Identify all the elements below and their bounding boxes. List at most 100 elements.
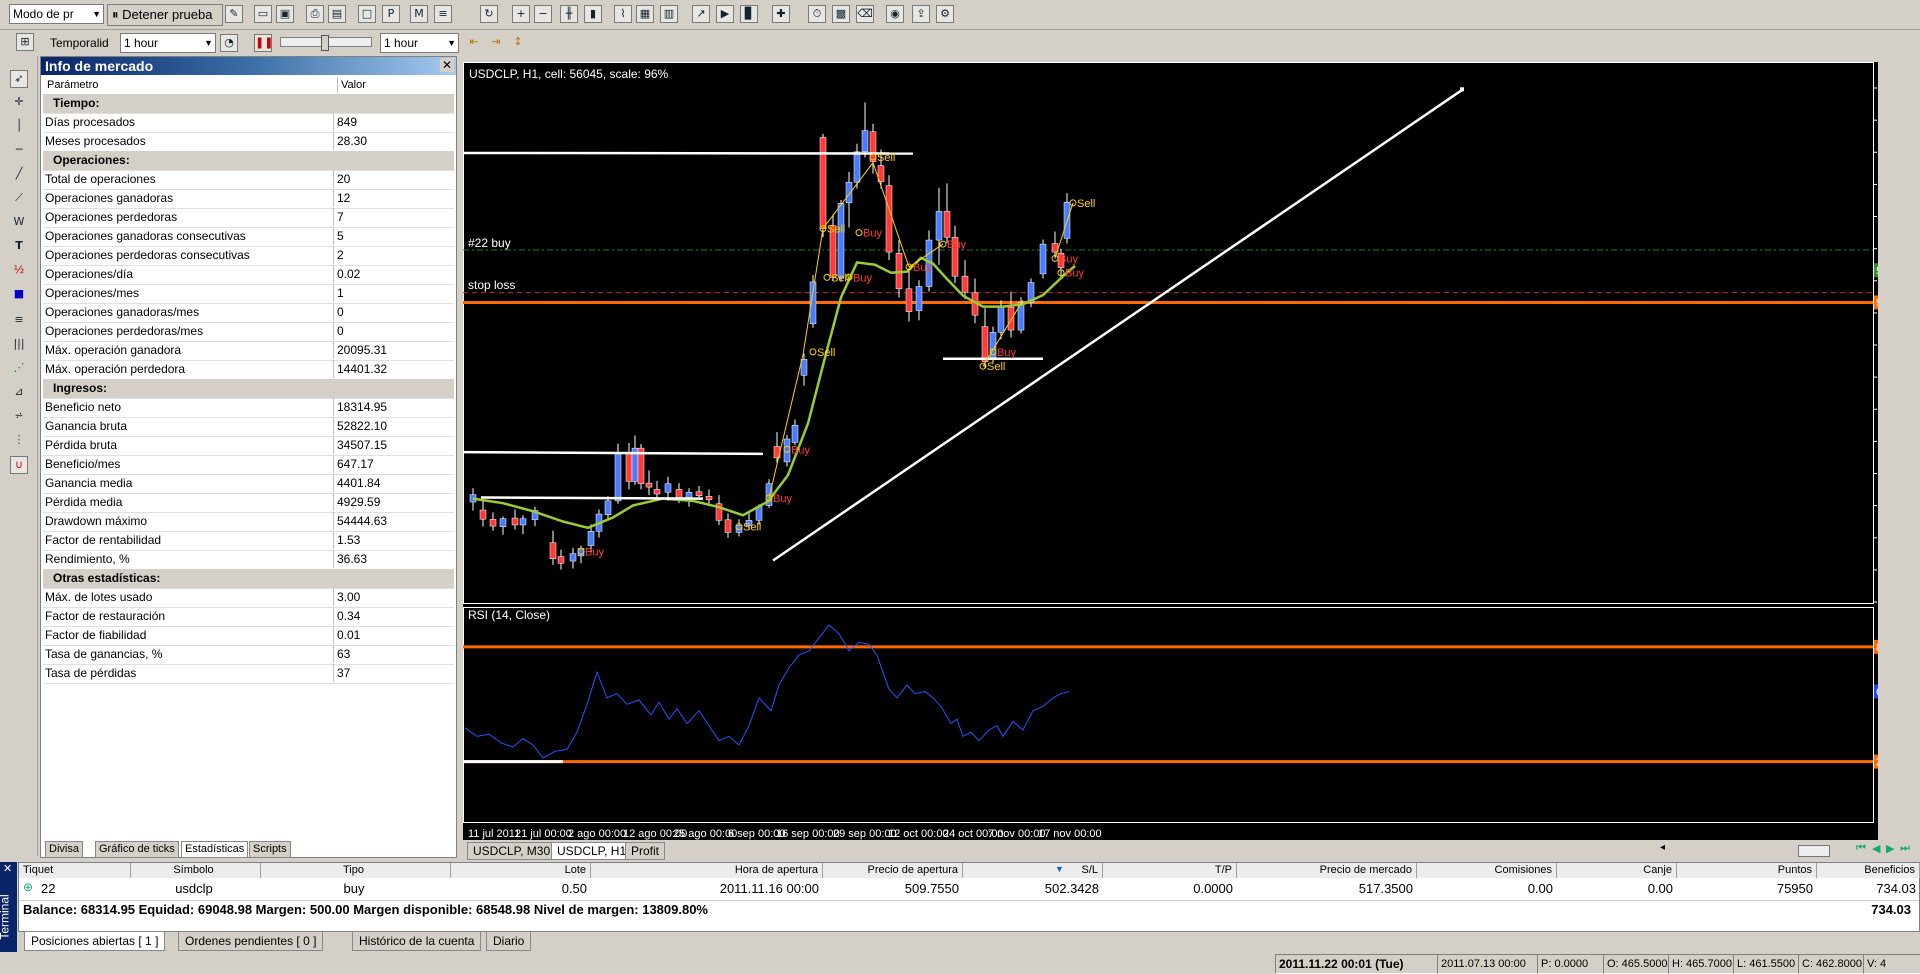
grid-icon[interactable]: ▦ (636, 5, 654, 23)
chart-tab-2[interactable]: Profit (625, 842, 666, 860)
scroll-next-icon[interactable]: ▶ (1886, 842, 1894, 855)
speed-slider-thumb[interactable] (321, 35, 329, 51)
stop-test-button[interactable]: ⏸ Detener prueba (107, 4, 223, 26)
indicator-add-icon[interactable]: ✚ (772, 5, 790, 23)
close-icon[interactable]: ✕ (440, 58, 454, 72)
terminal-tab-3[interactable]: Diario (486, 931, 532, 951)
fibo-icon[interactable]: ⩫ (10, 408, 28, 426)
angle-line-icon[interactable]: ⟋ (10, 190, 28, 208)
sort-desc-icon[interactable]: ▼ (1055, 864, 1064, 874)
folder-icon[interactable]: ▭ (254, 5, 272, 23)
chart-scrollbar[interactable]: ◂ ⏮ ◀ ▶ ⏭ (1660, 842, 1916, 858)
terminal-col-header[interactable]: Precio de mercado (1237, 863, 1417, 878)
camera-icon[interactable]: ◉ (886, 5, 904, 23)
gann-icon[interactable]: ⊿ (10, 384, 28, 402)
terminal-col-header[interactable]: Lote (451, 863, 591, 878)
bar-chart-icon[interactable]: ╫ (560, 5, 578, 23)
label-icon[interactable]: ½ (10, 262, 28, 280)
terminal-tab-0[interactable]: Posiciones abiertas [ 1 ] (24, 931, 166, 951)
save-icon[interactable]: ▤ (328, 5, 346, 23)
crosshair-icon[interactable]: ✛ (10, 94, 28, 112)
step-marker-icon[interactable]: ↕ (509, 34, 527, 52)
panel-tab-1[interactable]: Gráfico de ticks (95, 841, 179, 858)
scroll-last-icon[interactable]: ⏭ (1900, 842, 1910, 855)
speed-slider[interactable] (280, 35, 372, 51)
step-back-icon[interactable]: ⇤ (465, 34, 483, 52)
window-layout-icon[interactable]: ⊞ (16, 33, 34, 51)
candle-chart-icon[interactable]: ▮ (584, 5, 602, 23)
chevron-down-icon[interactable]: ▼ (447, 34, 456, 52)
speed-icon[interactable]: ◔ (220, 34, 238, 52)
p-icon[interactable]: P (382, 5, 400, 23)
terminal-col-header[interactable]: Tipo (261, 863, 451, 878)
chart-props-icon[interactable]: ≡ (434, 5, 452, 23)
scroll-first-icon[interactable]: ⏮ (1856, 842, 1866, 855)
terminal-tab-2[interactable]: Histórico de la cuenta (352, 931, 482, 951)
chart-area[interactable]: Buy Sell Buy Buy Sell Sell Buy Buy Sell Buy Buy Buy… (463, 62, 1878, 840)
toolbar-top: Modo de pr ▼ ⏸ Detener prueba ✎ ▭ ▣ ⎙ ▤ □… (0, 0, 1920, 30)
terminal-col-header[interactable]: Canje (1557, 863, 1677, 878)
chevron-down-icon[interactable]: ▼ (204, 34, 213, 52)
fibo-fan-icon[interactable]: ⋰ (10, 360, 28, 378)
timeframe-select-2[interactable]: 1 hour ▼ (380, 33, 459, 53)
settings-icon[interactable]: ⚙ (936, 5, 954, 23)
panel-tab-0[interactable]: Divisa (45, 841, 83, 858)
terminal-col-header[interactable]: Tiquet (19, 863, 131, 878)
autoscroll-icon[interactable]: ↗ (692, 5, 710, 23)
terminal-col-header[interactable]: Beneficios (1817, 863, 1920, 878)
chevron-down-icon[interactable]: ▼ (92, 5, 101, 23)
chart-m-icon[interactable]: M (410, 5, 428, 23)
stats-param: Factor de fiabilidad (45, 628, 147, 642)
folder-open-icon[interactable]: ▣ (276, 5, 294, 23)
wave-icon[interactable]: W (10, 214, 28, 232)
line-chart-icon[interactable]: ⌇ (614, 5, 632, 23)
step-forward-icon[interactable]: ⇥ (487, 34, 505, 52)
cursor-icon[interactable]: ➶ (10, 70, 28, 88)
chart-tab-0[interactable]: USDCLP, M30 (467, 842, 557, 860)
vertical-line-icon[interactable]: │ (10, 118, 28, 136)
channel-icon[interactable]: ≡ (10, 312, 28, 330)
terminal-col-header[interactable]: Comisiones (1417, 863, 1557, 878)
zoom-in-icon[interactable]: + (512, 5, 530, 23)
volume-icon[interactable]: ▊ (740, 5, 758, 23)
window-icon[interactable]: ▥ (660, 5, 678, 23)
timeframe-select[interactable]: 1 hour ▼ (120, 33, 216, 53)
stats-param: Pérdida bruta (45, 438, 118, 452)
period-icon[interactable]: ⏱ (808, 5, 826, 23)
pause-icon[interactable]: ❚❚ (254, 34, 273, 52)
trendline-icon[interactable]: ╱ (10, 166, 28, 184)
chart-tab-1[interactable]: USDCLP, H1 (551, 842, 633, 860)
scroll-prev-icon[interactable]: ◀ (1872, 842, 1880, 855)
terminal-col-header[interactable]: S/L (963, 863, 1103, 878)
pitchfork-icon[interactable]: ⋮ (10, 432, 28, 450)
date-tick-label: 12 oct 00:00 (888, 828, 949, 840)
printer-icon[interactable]: ⎙ (306, 5, 324, 23)
new-file-icon[interactable]: □ (358, 5, 376, 23)
horizontal-line-icon[interactable]: ─ (10, 142, 28, 160)
broom-icon[interactable]: ⌫ (856, 5, 874, 23)
scroll-thumb[interactable] (1798, 845, 1830, 857)
text-icon[interactable]: T (10, 238, 28, 256)
shift-icon[interactable]: ▶ (716, 5, 734, 23)
scroll-left-icon[interactable]: ◂ (1660, 842, 1665, 853)
terminal-col-header[interactable]: Precio de apertura (823, 863, 963, 878)
panel-tab-2[interactable]: Estadísticas (181, 841, 249, 858)
terminal-col-header[interactable]: Hora de apertura (591, 863, 823, 878)
shapes-icon[interactable]: ■ (10, 286, 28, 304)
candle-body (685, 492, 693, 498)
zoom-out-icon[interactable]: − (534, 5, 552, 23)
terminal-col-header[interactable]: Símbolo (131, 863, 261, 878)
export-icon[interactable]: ⇪ (912, 5, 930, 23)
terminal-col-header[interactable]: T/P (1103, 863, 1237, 878)
terminal-tab-1[interactable]: Ordenes pendientes [ 0 ] (178, 931, 324, 951)
panel-tab-3[interactable]: Scripts (249, 841, 291, 858)
template-icon[interactable]: ▩ (832, 5, 850, 23)
cycle-lines-icon[interactable]: ||| (10, 336, 28, 354)
chart-canvas[interactable]: Buy Sell Buy Buy Sell Sell Buy Buy Sell Buy Buy Buy… (463, 62, 1878, 840)
mode-select[interactable]: Modo de pr ▼ (9, 4, 104, 24)
terminal-col-header[interactable]: Puntos (1677, 863, 1817, 878)
terminal-close-icon[interactable]: ✕ (3, 862, 12, 875)
magnet-icon[interactable]: ∪ (10, 456, 28, 474)
edit-icon[interactable]: ✎ (225, 5, 243, 23)
refresh-icon[interactable]: ↻ (480, 5, 498, 23)
